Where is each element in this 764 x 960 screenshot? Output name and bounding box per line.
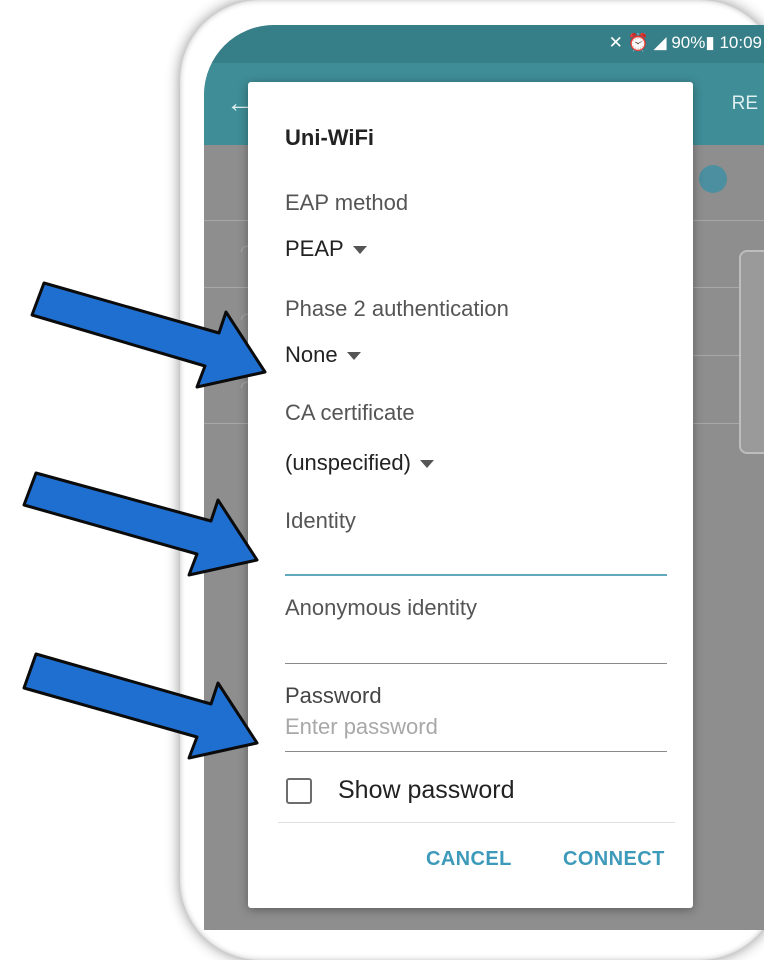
identity-input[interactable] <box>285 574 667 576</box>
status-bar: ✕ ⏰ ◢ 90%▮ 10:09 <box>204 25 764 63</box>
dialog-divider <box>278 822 675 823</box>
anonymous-identity-label: Anonymous identity <box>285 595 477 620</box>
battery-level: 90% <box>671 33 706 52</box>
eap-method-dropdown[interactable]: PEAP <box>285 236 367 262</box>
ca-certificate-value: (unspecified) <box>285 450 411 475</box>
caret-down-icon <box>419 460 434 469</box>
battery-icon: ▮ <box>705 33 715 52</box>
wifi-toggle[interactable] <box>699 165 727 193</box>
cancel-button[interactable]: CANCEL <box>426 848 512 871</box>
identity-label: Identity <box>285 508 356 533</box>
caret-down-icon <box>352 246 367 255</box>
signal-icon: ◢ <box>653 33 667 52</box>
show-password-label[interactable]: Show password <box>338 776 514 805</box>
phase2-value: None <box>285 342 338 367</box>
password-input[interactable]: Enter password <box>285 714 438 740</box>
phase2-dropdown[interactable]: None <box>285 342 361 368</box>
password-underline <box>285 751 667 752</box>
caret-down-icon <box>346 352 361 361</box>
ca-certificate-label: CA certificate <box>285 400 415 425</box>
eap-method-label: EAP method <box>285 190 409 215</box>
eap-method-value: PEAP <box>285 236 344 261</box>
annotation-arrow <box>22 652 259 760</box>
connect-button[interactable]: CONNECT <box>563 848 665 871</box>
annotation-arrow <box>30 281 267 389</box>
background-card <box>739 250 764 454</box>
mute-icon: ✕ <box>608 33 623 52</box>
ca-certificate-dropdown[interactable]: (unspecified) <box>285 450 434 476</box>
status-time: 10:09 <box>719 33 762 52</box>
phase2-label: Phase 2 authentication <box>285 296 509 321</box>
anonymous-identity-input[interactable] <box>285 663 667 664</box>
app-bar-more-text[interactable]: RE <box>732 93 758 115</box>
dialog-title: Uni-WiFi <box>285 125 374 150</box>
status-icons: ✕ ⏰ ◢ 90%▮ 10:09 <box>609 33 762 53</box>
alarm-icon: ⏰ <box>627 33 649 52</box>
wifi-config-dialog: Uni-WiFi EAP method PEAP Phase 2 authent… <box>248 82 693 908</box>
show-password-checkbox[interactable] <box>286 778 312 804</box>
password-label: Password <box>285 683 382 708</box>
annotation-arrow <box>22 471 259 577</box>
